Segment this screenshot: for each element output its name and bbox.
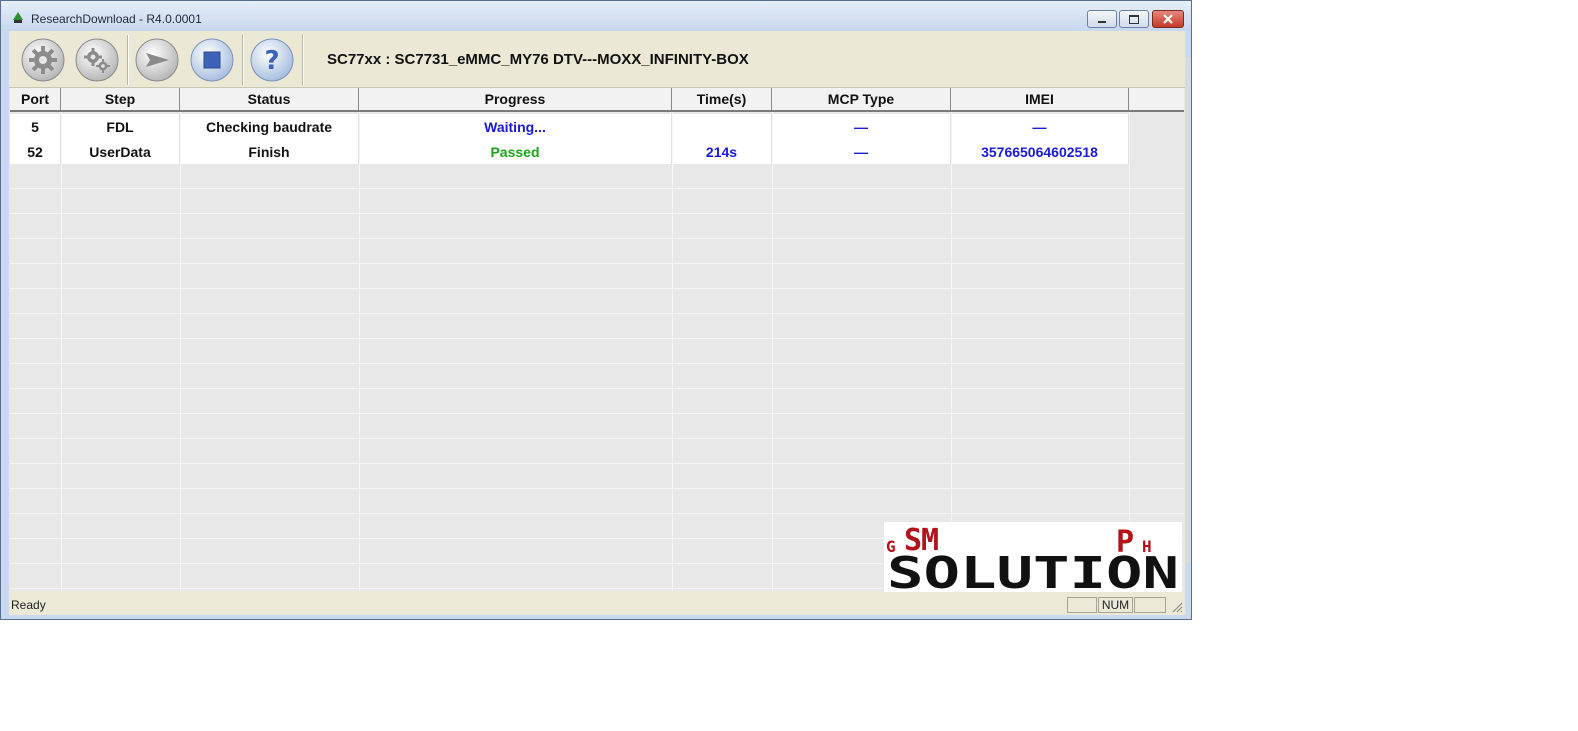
empty-row <box>10 239 1184 264</box>
status-pane-scroll <box>1134 597 1166 613</box>
device-label: SC77xx : SC7731_eMMC_MY76 DTV---MOXX_INF… <box>327 51 749 68</box>
status-bar: Ready NUM <box>9 593 1185 615</box>
table-row[interactable]: 52 UserData Finish Passed 214s — 3576650… <box>10 139 1184 164</box>
column-header-time[interactable]: Time(s) <box>672 88 772 110</box>
column-header-progress[interactable]: Progress <box>359 88 672 110</box>
empty-row <box>10 164 1184 189</box>
empty-row <box>10 189 1184 214</box>
stop-download-button[interactable] <box>189 37 235 83</box>
port-cell: 5 <box>10 114 61 139</box>
table-header: Port Step Status Progress Time(s) MCP Ty… <box>10 88 1184 112</box>
imei-cell: — <box>951 114 1129 139</box>
play-arrow-icon <box>135 38 179 82</box>
svg-text:SOLUTION: SOLUTION <box>887 548 1179 592</box>
status-pane-num: NUM <box>1098 597 1133 613</box>
stop-icon <box>190 38 234 82</box>
question-icon: ? <box>250 38 294 82</box>
column-divider <box>61 112 62 591</box>
empty-row <box>10 414 1184 439</box>
maximize-button[interactable] <box>1119 10 1149 28</box>
empty-row <box>10 314 1184 339</box>
title-bar[interactable]: ResearchDownload - R4.0.0001 <box>1 1 1191 31</box>
column-divider <box>359 112 360 591</box>
column-header-status[interactable]: Status <box>180 88 359 110</box>
progress-cell: Waiting... <box>359 114 672 139</box>
column-divider <box>772 112 773 591</box>
column-divider <box>672 112 673 591</box>
minimize-icon <box>1098 21 1106 23</box>
resize-grip-icon[interactable] <box>1171 601 1183 613</box>
port-cell: 52 <box>10 139 61 164</box>
column-header-step[interactable]: Step <box>61 88 180 110</box>
empty-row <box>10 214 1184 239</box>
settings-button[interactable] <box>74 37 120 83</box>
toolbar-separator <box>302 35 304 85</box>
imei-cell: 357665064602518 <box>951 139 1129 164</box>
empty-row <box>10 389 1184 414</box>
column-header-mcp-type[interactable]: MCP Type <box>772 88 951 110</box>
watermark-logo: G SM P H SOLUTION <box>884 522 1182 599</box>
empty-row <box>10 364 1184 389</box>
start-download-button[interactable] <box>134 37 180 83</box>
mcp-type-cell: — <box>772 114 951 139</box>
window-title: ResearchDownload - R4.0.0001 <box>31 12 202 26</box>
column-header-port[interactable]: Port <box>10 88 61 110</box>
time-cell: 214s <box>672 139 772 164</box>
time-cell <box>672 114 772 139</box>
toolbar-separator <box>242 35 244 85</box>
progress-cell: Passed <box>359 139 672 164</box>
app-icon <box>13 12 23 23</box>
toolbar-separator <box>127 35 129 85</box>
empty-row <box>10 339 1184 364</box>
step-cell: UserData <box>61 139 180 164</box>
filler-cell <box>1129 114 1184 139</box>
column-divider <box>951 112 952 591</box>
column-header-filler <box>1129 88 1184 110</box>
status-pane-caps <box>1067 597 1097 613</box>
status-cell: Finish <box>180 139 359 164</box>
svg-text:?: ? <box>264 46 279 76</box>
gsm-solution-ph-logo: G SM P H SOLUTION <box>886 523 1179 599</box>
load-packet-button[interactable] <box>20 37 66 83</box>
gears-icon <box>75 38 119 82</box>
close-button[interactable] <box>1152 10 1184 28</box>
empty-row <box>10 464 1184 489</box>
step-cell: FDL <box>61 114 180 139</box>
status-text: Ready <box>11 598 46 612</box>
filler-cell <box>1129 139 1184 164</box>
column-divider <box>180 112 181 591</box>
empty-row <box>10 289 1184 314</box>
minimize-button[interactable] <box>1087 10 1117 28</box>
empty-row <box>10 489 1184 514</box>
column-header-imei[interactable]: IMEI <box>951 88 1129 110</box>
restore-icon <box>1129 14 1139 24</box>
column-divider <box>1129 112 1130 591</box>
mcp-type-cell: — <box>772 139 951 164</box>
port-list-table[interactable]: Port Step Status Progress Time(s) MCP Ty… <box>10 88 1184 591</box>
table-row[interactable]: 5 FDL Checking baudrate Waiting... — — <box>10 114 1184 139</box>
empty-row <box>10 264 1184 289</box>
toolbar: ? SC77xx : SC7731_eMMC_MY76 DTV---MOXX_I… <box>9 31 1185 88</box>
gear-icon <box>21 38 65 82</box>
status-cell: Checking baudrate <box>180 114 359 139</box>
close-icon <box>1163 14 1173 24</box>
help-button[interactable]: ? <box>249 37 295 83</box>
window-frame-edge <box>1185 57 1191 563</box>
empty-row <box>10 439 1184 464</box>
